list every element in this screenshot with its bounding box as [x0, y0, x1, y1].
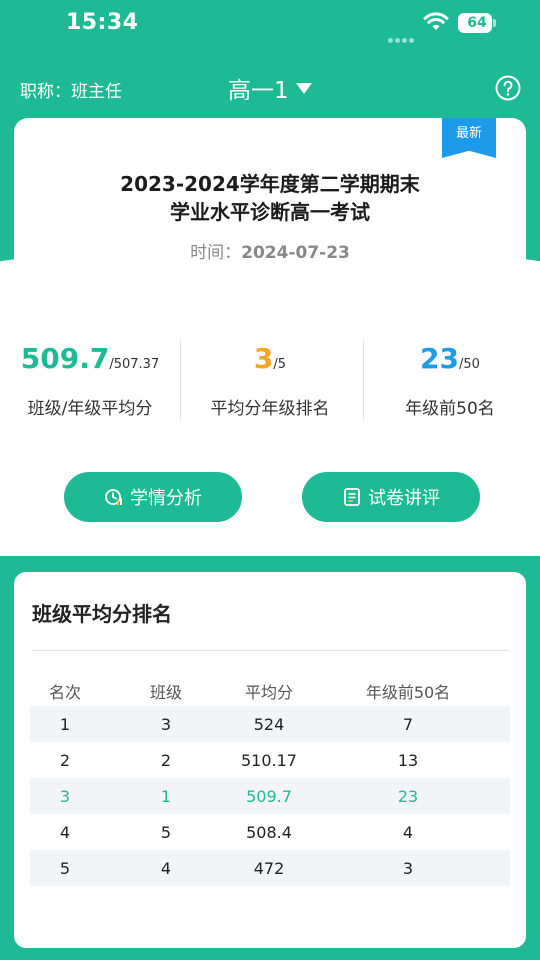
exam-time-value: 2024-07-23 — [241, 243, 350, 263]
status-bar: 15:34 64 — [0, 0, 540, 48]
class-selector[interactable]: 高一1 — [228, 72, 312, 104]
new-badge: 最新 — [442, 118, 496, 158]
wifi-icon — [423, 12, 449, 30]
ranking-divider — [32, 650, 508, 651]
table-cell: 5 — [160, 822, 172, 842]
table-row: 1 3 524 7 — [30, 706, 510, 742]
table-row-current-class: 3 1 509.7 23 — [30, 778, 510, 814]
ranking-table: 名次 班级 平均分 年级前50名 1 3 524 7 2 2 510.17 13… — [30, 676, 510, 886]
stat-suffix: /507.37 — [109, 357, 160, 372]
exam-title-line1: 2023-2024学年度第二学期期末 — [120, 172, 420, 196]
table-row: 2 2 510.17 13 — [30, 742, 510, 778]
ranking-title: 班级平均分排名 — [32, 602, 172, 626]
column-header: 名次 — [48, 683, 81, 702]
table-header-row: 名次 班级 平均分 年级前50名 — [30, 676, 510, 706]
table-row: 4 5 508.4 4 — [30, 814, 510, 850]
status-time: 15:34 — [66, 10, 139, 35]
table-cell: 1 — [30, 706, 100, 742]
table-cell: 524 — [232, 706, 306, 742]
table-cell: 3 — [100, 706, 232, 742]
exam-time-label: 时间： — [190, 243, 242, 263]
table-cell: 5 — [30, 850, 100, 886]
table-cell: 4 — [59, 822, 71, 842]
table-cell: 3 — [306, 850, 510, 886]
caret-down-icon — [295, 82, 312, 94]
exam-title-line2: 学业水平诊断高一考试 — [170, 200, 370, 224]
column-header: 平均分 — [244, 683, 293, 702]
table-cell: 23 — [306, 778, 510, 814]
stat-value: 3 — [253, 342, 274, 375]
role-label: 职称：班主任 — [20, 82, 122, 102]
stat-grade-rank: 3/5 平均分年级排名 — [180, 338, 360, 422]
stat-value: 23 — [420, 342, 460, 375]
battery-level: 64 — [467, 15, 487, 31]
table-cell: 13 — [397, 750, 419, 770]
stat-caption: 年级前50名 — [405, 399, 495, 419]
table-cell: 3 — [30, 778, 100, 814]
table-cell: 7 — [306, 706, 510, 742]
stat-top50: 23/50 年级前50名 — [360, 338, 540, 422]
table-cell: 2 — [160, 750, 172, 770]
stat-suffix: /5 — [273, 357, 287, 372]
help-icon[interactable] — [495, 75, 521, 101]
stat-divider — [363, 340, 364, 420]
column-header: 班级 — [149, 683, 182, 702]
stat-value: 509.7 — [20, 342, 110, 375]
stat-caption: 班级/年级平均分 — [27, 399, 153, 419]
chart-clock-icon — [105, 489, 122, 505]
exam-time: 时间：2024-07-23 — [14, 238, 526, 263]
document-icon — [344, 488, 360, 506]
stat-average-score: 509.7/507.37 班级/年级平均分 — [0, 338, 180, 422]
analysis-button[interactable]: 学情分析 — [64, 472, 242, 522]
class-selector-label: 高一1 — [228, 78, 289, 104]
column-header: 年级前50名 — [365, 683, 451, 702]
analysis-button-label: 学情分析 — [130, 488, 202, 509]
stat-divider — [180, 340, 181, 420]
cellular-signal-icon — [388, 28, 416, 43]
table-cell: 509.7 — [232, 778, 306, 814]
exam-title: 2023-2024学年度第二学期期末 学业水平诊断高一考试 — [14, 170, 526, 226]
table-cell: 508.4 — [246, 822, 292, 842]
table-row: 5 4 472 3 — [30, 850, 510, 886]
table-cell: 4 — [402, 822, 414, 842]
review-button[interactable]: 试卷讲评 — [302, 472, 480, 522]
ranking-card: 班级平均分排名 名次 班级 平均分 年级前50名 1 3 524 7 2 2 5… — [14, 572, 526, 948]
stat-caption: 平均分年级排名 — [210, 399, 330, 419]
table-cell: 2 — [59, 750, 71, 770]
table-cell: 472 — [232, 850, 306, 886]
exam-card[interactable]: 最新 2023-2024学年度第二学期期末 学业水平诊断高一考试 时间：2024… — [14, 118, 526, 282]
stat-suffix: /50 — [459, 357, 480, 372]
new-badge-label: 最新 — [455, 126, 482, 141]
table-cell: 510.17 — [241, 750, 297, 770]
table-cell: 4 — [100, 850, 232, 886]
battery-icon: 64 — [458, 13, 496, 33]
table-cell: 1 — [100, 778, 232, 814]
review-button-label: 试卷讲评 — [368, 488, 440, 509]
nav-bar: 职称：班主任 高一1 — [0, 68, 540, 108]
stats-row: 509.7/507.37 班级/年级平均分 3/5 平均分年级排名 23/50 … — [0, 338, 540, 422]
